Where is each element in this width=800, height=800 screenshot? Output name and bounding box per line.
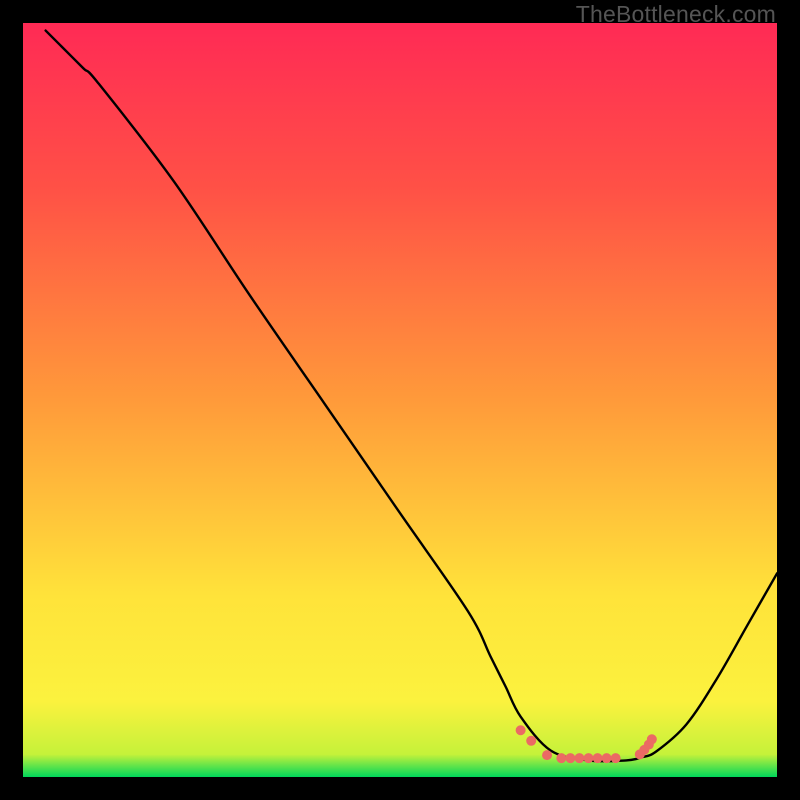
- chart-background: [23, 23, 777, 777]
- marker-dot: [611, 753, 621, 763]
- marker-dot: [516, 725, 526, 735]
- marker-dot: [593, 753, 603, 763]
- marker-dot: [602, 753, 612, 763]
- marker-dot: [565, 753, 575, 763]
- marker-dot: [556, 753, 566, 763]
- chart-frame: [23, 23, 777, 777]
- marker-dot: [526, 736, 536, 746]
- marker-dot: [542, 750, 552, 760]
- marker-dot: [574, 753, 584, 763]
- marker-dot: [584, 753, 594, 763]
- bottleneck-chart: [23, 23, 777, 777]
- marker-dot: [647, 734, 657, 744]
